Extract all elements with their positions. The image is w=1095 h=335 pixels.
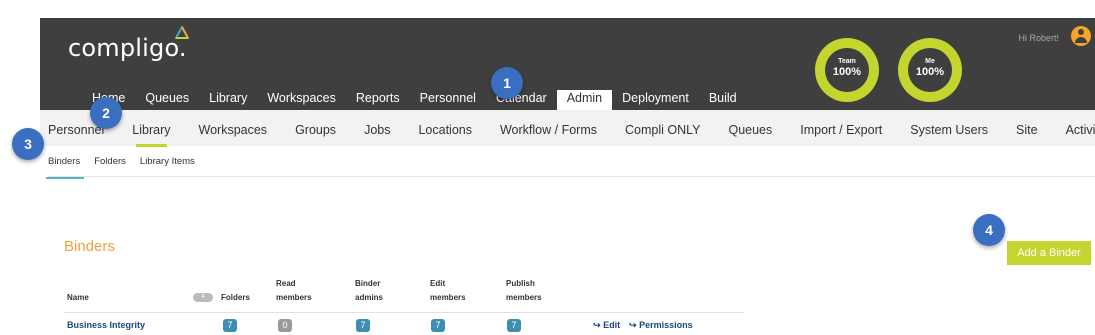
column-header-publish-members[interactable]: Publish members [506, 277, 542, 305]
binder-admins-count-badge: 7 [356, 319, 370, 332]
add-binder-button[interactable]: Add a Binder [1007, 241, 1091, 265]
publish-members-count-badge: 7 [507, 319, 521, 332]
tab-folders[interactable]: Folders [94, 156, 126, 176]
read-members-count-badge: 0 [278, 319, 292, 332]
column-header-name[interactable]: Name [67, 291, 89, 305]
admin-tab-activity-manifest[interactable]: Activity Manifest [1052, 110, 1095, 146]
header-line: members [506, 293, 542, 302]
user-avatar-icon[interactable] [1071, 26, 1091, 46]
table-divider [64, 312, 744, 313]
header-line: Publish [506, 279, 535, 288]
tab-library-items[interactable]: Library Items [140, 156, 195, 176]
admin-tab-jobs[interactable]: Jobs [350, 110, 404, 146]
gauge-value: 100% [832, 66, 862, 78]
admin-tab-locations[interactable]: Locations [404, 110, 486, 146]
header-line: admins [355, 293, 384, 302]
nav-library[interactable]: Library [199, 90, 257, 110]
admin-tab-workflow-forms[interactable]: Workflow / Forms [486, 110, 611, 146]
external-link-icon: ↪ [593, 320, 601, 330]
nav-admin[interactable]: Admin [556, 90, 613, 110]
nav-personnel[interactable]: Personnel [410, 90, 486, 110]
compligo-logo[interactable]: compligo. [68, 34, 187, 62]
nav-queues[interactable]: Queues [135, 90, 199, 110]
admin-tab-workspaces[interactable]: Workspaces [185, 110, 282, 146]
library-tabs: Binders Folders Library Items [45, 156, 209, 179]
header-line: Read [276, 279, 296, 288]
permissions-link[interactable]: ↪ Permissions [629, 320, 693, 331]
nav-build[interactable]: Build [699, 90, 747, 110]
permissions-label: Permissions [639, 320, 693, 330]
header-line: Edit [430, 279, 446, 288]
user-greeting: Hi Robert! [1018, 33, 1059, 43]
admin-subnav: Personnel Library Workspaces Groups Jobs… [40, 110, 1095, 147]
callout-marker: 4 [973, 214, 1005, 246]
header-line: members [276, 293, 312, 302]
admin-tab-compli-only[interactable]: Compli ONLY [611, 110, 714, 146]
logo-triangle-icon [175, 26, 189, 39]
team-progress-gauge[interactable]: Team 100% [815, 38, 879, 102]
app-frame: compligo. Team 100% Me 100% Hi Robert! H… [40, 18, 1095, 335]
callout-marker: 3 [12, 128, 44, 160]
nav-workspaces[interactable]: Workspaces [257, 90, 346, 110]
admin-tab-groups[interactable]: Groups [281, 110, 350, 146]
edit-binder-link[interactable]: ↪ Edit [593, 320, 620, 331]
binder-count-badge: 4 [193, 293, 213, 302]
page-title: Binders [64, 238, 115, 255]
nav-deployment[interactable]: Deployment [612, 90, 699, 110]
admin-tab-import-export[interactable]: Import / Export [786, 110, 896, 146]
binder-name-link[interactable]: Business Integrity [67, 320, 145, 330]
admin-tab-library[interactable]: Library [118, 110, 184, 147]
edit-label: Edit [603, 320, 621, 330]
tabs-divider [48, 176, 1095, 177]
folders-count-badge: 7 [223, 319, 237, 332]
header-line: Binder [355, 279, 381, 288]
admin-tab-site[interactable]: Site [1002, 110, 1052, 146]
header-line: members [430, 293, 466, 302]
callout-marker: 1 [491, 67, 523, 99]
external-link-icon: ↪ [629, 320, 637, 330]
main-nav: Home Queues Library Workspaces Reports P… [82, 90, 747, 110]
admin-tab-queues[interactable]: Queues [714, 110, 786, 146]
tab-binders[interactable]: Binders [45, 156, 85, 179]
column-header-read-members[interactable]: Read members [276, 277, 312, 305]
admin-tab-system-users[interactable]: System Users [896, 110, 1002, 146]
my-progress-gauge[interactable]: Me 100% [898, 38, 962, 102]
nav-reports[interactable]: Reports [346, 90, 410, 110]
callout-marker: 2 [90, 97, 122, 129]
column-header-binder-admins[interactable]: Binder admins [355, 277, 383, 305]
column-header-folders[interactable]: Folders [221, 291, 250, 305]
gauge-label: Team [838, 58, 856, 65]
edit-members-count-badge: 7 [431, 319, 445, 332]
gauge-label: Me [925, 58, 935, 65]
column-header-edit-members[interactable]: Edit members [430, 277, 466, 305]
gauge-value: 100% [915, 66, 945, 78]
top-header: compligo. Team 100% Me 100% Hi Robert! H… [40, 18, 1095, 110]
